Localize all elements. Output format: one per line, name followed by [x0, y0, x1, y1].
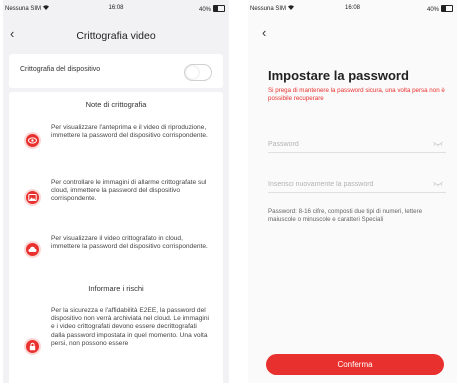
- risk-text: Per la sicurezza e l'affidabilità E2EE, …: [51, 307, 209, 347]
- hide-password-icon[interactable]: [433, 141, 443, 147]
- note-text: Per visualizzare l'anteprima e il video …: [51, 124, 208, 140]
- cloud-video-icon: [24, 241, 41, 258]
- notes-title: Note di crittografia: [85, 100, 147, 109]
- status-bar: Nessuna SIM 16:08 40%: [3, 5, 229, 15]
- confirm-button[interactable]: Conferma: [266, 354, 444, 375]
- page-title: Impostare la password: [268, 68, 409, 83]
- note-text: Per visualizzare il video crittografato …: [51, 235, 208, 251]
- password-warning: Si prega di mantenere la password sicura…: [268, 87, 445, 102]
- set-password-screen: Nessuna SIM 16:08 40% ‹ Impostare la pas…: [248, 0, 457, 383]
- status-bar: Nessuna SIM 16:08 40%: [248, 5, 457, 15]
- encryption-toggle-row: Crittografia del dispositivo: [9, 54, 223, 88]
- page-title: Crittografia video: [76, 30, 156, 42]
- risks-title: Informare i rischi: [88, 284, 144, 293]
- battery-indicator: 40%: [199, 5, 225, 13]
- lock-icon: [24, 338, 41, 355]
- battery-icon: [213, 5, 225, 12]
- confirm-password-input[interactable]: [268, 176, 446, 193]
- video-encryption-screen: Nessuna SIM 16:08 40% ‹ Crittografia vid…: [3, 0, 229, 383]
- encryption-info-card: Note di crittografia Per visualizzare l'…: [9, 92, 223, 383]
- password-rules-hint: Password: 8-16 cifre, composti due tipi …: [268, 208, 423, 223]
- battery-indicator: 40%: [427, 5, 453, 13]
- status-time: 16:08: [108, 5, 124, 11]
- battery-icon: [441, 5, 453, 12]
- encryption-toggle[interactable]: [184, 64, 212, 81]
- status-time: 16:08: [344, 5, 360, 11]
- hide-password-icon[interactable]: [433, 181, 443, 187]
- eye-icon: [24, 132, 41, 149]
- note-text: Per controllare le immagini di allarme c…: [51, 179, 207, 203]
- password-input[interactable]: [268, 136, 446, 153]
- back-icon[interactable]: ‹: [262, 26, 266, 39]
- encryption-toggle-label: Crittografia del dispositivo: [20, 66, 101, 73]
- alarm-image-icon: [24, 189, 41, 206]
